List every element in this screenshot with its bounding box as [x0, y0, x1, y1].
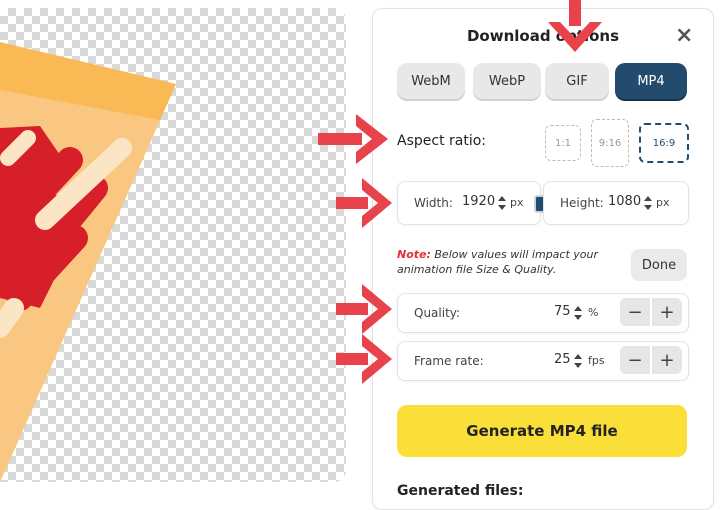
aspect-9-16-option[interactable]: 9:16 — [591, 119, 629, 167]
pizza-illustration — [0, 42, 176, 482]
aspect-1-1-option[interactable]: 1:1 — [545, 125, 581, 161]
quality-spinner-icon[interactable] — [574, 305, 582, 321]
close-icon[interactable]: × — [675, 25, 693, 47]
format-mp4-button[interactable]: MP4 — [615, 63, 687, 99]
aspect-ratio-label: Aspect ratio: — [397, 133, 487, 149]
annotation-arrow-framerate-icon — [336, 334, 392, 384]
download-options-panel: Download options × WebM WebP GIF MP4 Asp… — [372, 8, 714, 510]
framerate-plus-button[interactable]: + — [652, 346, 682, 374]
note-prefix: Note: — [397, 248, 431, 261]
framerate-label: Frame rate: — [414, 354, 484, 368]
quality-row: Quality: 75 % − + — [397, 293, 689, 333]
aspect-16-9-option[interactable]: 16:9 — [639, 123, 689, 163]
width-unit: px — [510, 196, 524, 209]
width-spinner-icon[interactable] — [498, 195, 506, 211]
height-field[interactable]: Height: 1080 px — [543, 181, 689, 225]
format-webm-button[interactable]: WebM — [397, 63, 465, 99]
quality-plus-button[interactable]: + — [652, 298, 682, 326]
height-spinner-icon[interactable] — [644, 195, 652, 211]
height-value[interactable]: 1080 — [608, 194, 641, 209]
annotation-arrow-size-icon — [336, 178, 392, 228]
annotation-arrow-down-icon — [548, 0, 602, 52]
annotation-arrow-aspect-icon — [318, 114, 388, 164]
quality-unit: % — [588, 306, 599, 319]
width-field[interactable]: Width: 1920 px — [397, 181, 541, 225]
framerate-row: Frame rate: 25 fps − + — [397, 341, 689, 381]
width-label: Width: — [414, 196, 453, 210]
framerate-value[interactable]: 25 — [554, 352, 571, 367]
format-webp-button[interactable]: WebP — [473, 63, 541, 99]
format-gif-button[interactable]: GIF — [545, 63, 609, 99]
generate-button[interactable]: Generate MP4 file — [397, 405, 687, 457]
generated-files-heading: Generated files: — [397, 483, 524, 499]
preview-canvas — [0, 8, 346, 482]
done-button[interactable]: Done — [631, 249, 687, 281]
width-value[interactable]: 1920 — [462, 194, 495, 209]
height-unit: px — [656, 196, 670, 209]
framerate-minus-button[interactable]: − — [620, 346, 650, 374]
framerate-unit: fps — [588, 354, 605, 367]
note-text: Note: Below values will impact your anim… — [397, 247, 617, 277]
quality-minus-button[interactable]: − — [620, 298, 650, 326]
framerate-spinner-icon[interactable] — [574, 353, 582, 369]
quality-value[interactable]: 75 — [554, 304, 571, 319]
quality-label: Quality: — [414, 306, 461, 320]
height-label: Height: — [560, 196, 604, 210]
annotation-arrow-quality-icon — [336, 284, 392, 334]
